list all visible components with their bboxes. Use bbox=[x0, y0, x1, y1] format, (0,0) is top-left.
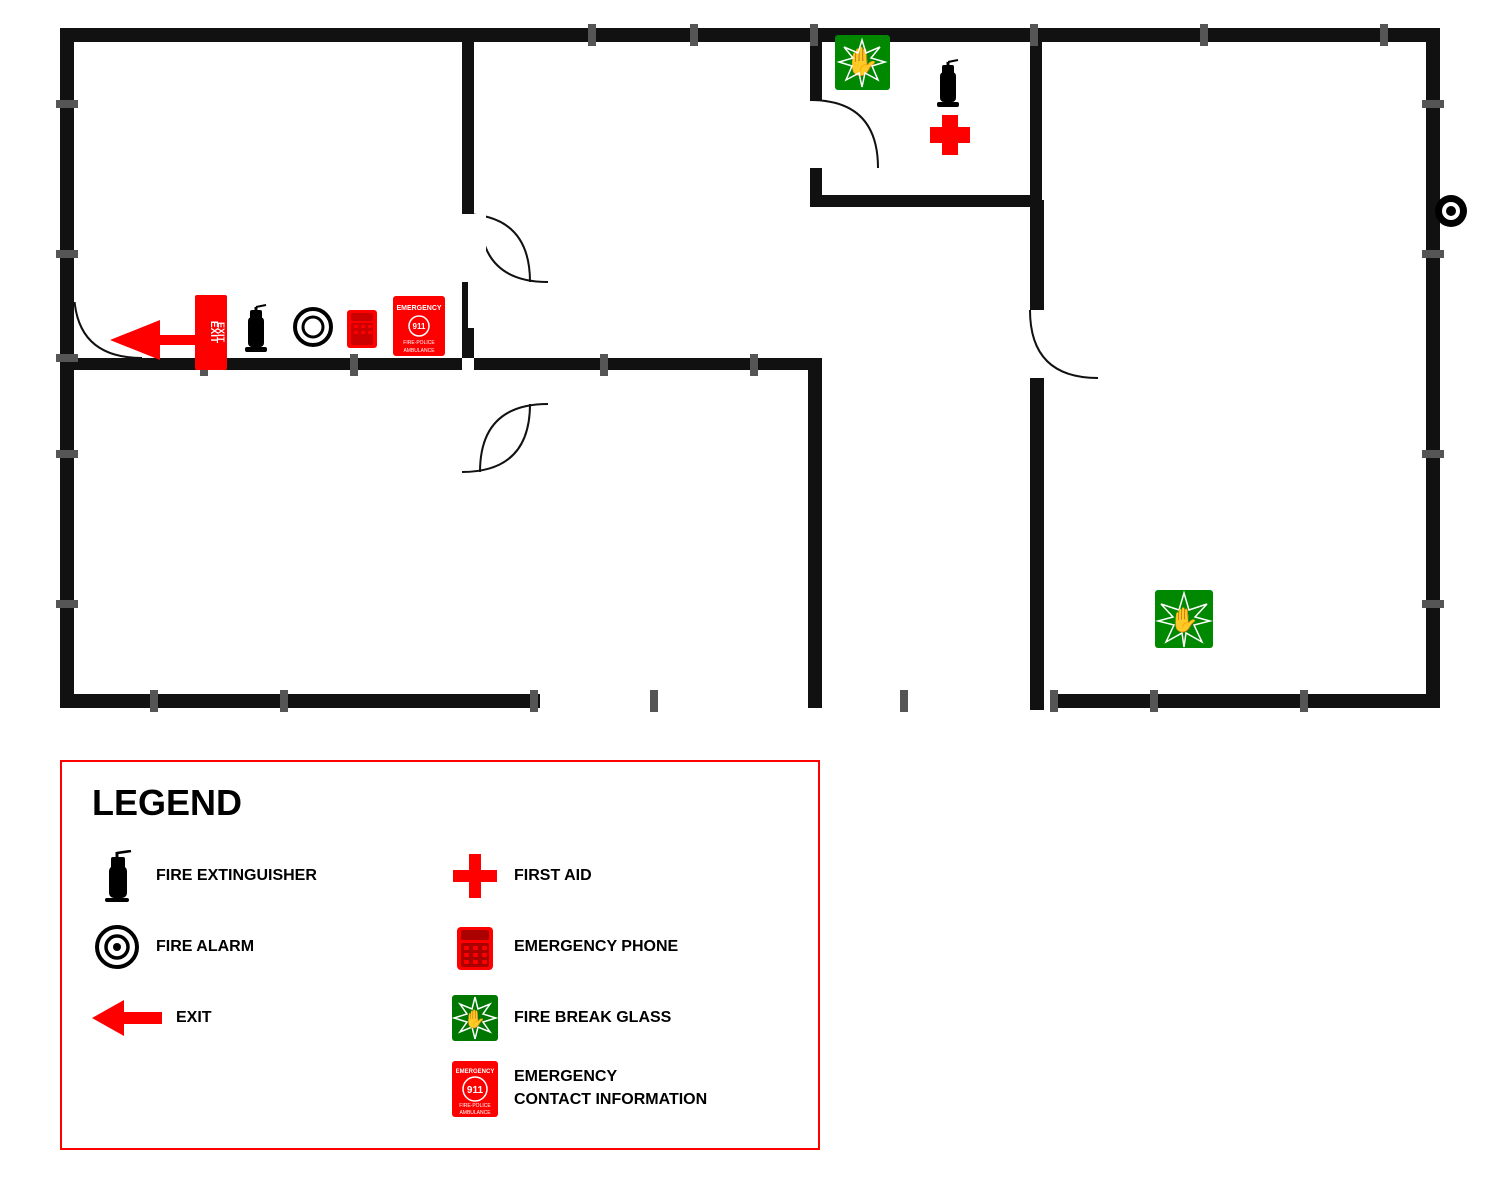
legend-item-fire-alarm: FIRE ALARM bbox=[92, 915, 430, 978]
first-aid-icon bbox=[450, 851, 500, 901]
fire-alarm-label: FIRE ALARM bbox=[156, 937, 254, 956]
svg-text:AMBULANCE: AMBULANCE bbox=[459, 1110, 491, 1116]
svg-text:✋: ✋ bbox=[1169, 606, 1199, 634]
emergency-contact-label: EMERGENCYCONTACT INFORMATION bbox=[514, 1066, 707, 1111]
fire-extinguisher-label: FIRE EXTINGUISHER bbox=[156, 866, 317, 885]
legend-item-emergency-phone: EMERGENCY PHONE bbox=[450, 915, 788, 978]
fire-break-glass-icon: ✋ bbox=[450, 993, 500, 1043]
svg-text:911: 911 bbox=[467, 1085, 484, 1096]
emergency-phone-label: EMERGENCY PHONE bbox=[514, 937, 678, 956]
floor-plan: EXIT EXIT bbox=[0, 0, 1500, 750]
svg-text:EMERGENCY: EMERGENCY bbox=[396, 305, 441, 312]
legend-title: LEGEND bbox=[92, 782, 788, 824]
fire-alarm-icon bbox=[92, 922, 142, 972]
svg-text:AMBULANCE: AMBULANCE bbox=[403, 348, 435, 354]
svg-text:EMERGENCY: EMERGENCY bbox=[456, 1069, 495, 1075]
svg-text:✋: ✋ bbox=[464, 1008, 486, 1029]
legend-grid: FIRE EXTINGUISHER FIRST AID FIRE ALAR bbox=[92, 844, 788, 1120]
svg-text:FIRE·POLICE: FIRE·POLICE bbox=[459, 1103, 491, 1109]
legend-item-fire-extinguisher: FIRE EXTINGUISHER bbox=[92, 844, 430, 907]
first-aid-label: FIRST AID bbox=[514, 866, 592, 885]
svg-text:911: 911 bbox=[413, 322, 426, 331]
legend-item-fire-break-glass: ✋ FIRE BREAK GLASS bbox=[450, 986, 788, 1049]
svg-text:FIRE·POLICE: FIRE·POLICE bbox=[403, 340, 435, 346]
exit-label: EXIT bbox=[176, 1008, 212, 1027]
legend-box: LEGEND FIRE EXTINGUISHER bbox=[60, 760, 820, 1150]
legend-item-exit: EXIT bbox=[92, 986, 430, 1049]
exit-arrow-icon bbox=[92, 993, 162, 1043]
legend-item-first-aid: FIRST AID bbox=[450, 844, 788, 907]
fire-extinguisher-icon bbox=[92, 851, 142, 901]
emergency-contact-icon: EMERGENCY 911 FIRE·POLICE AMBULANCE bbox=[450, 1064, 500, 1114]
fire-break-glass-label: FIRE BREAK GLASS bbox=[514, 1008, 671, 1027]
emergency-phone-icon bbox=[450, 922, 500, 972]
svg-text:EXIT: EXIT bbox=[208, 321, 219, 343]
legend-item-emergency-contact: EMERGENCY 911 FIRE·POLICE AMBULANCE EMER… bbox=[450, 1057, 788, 1120]
